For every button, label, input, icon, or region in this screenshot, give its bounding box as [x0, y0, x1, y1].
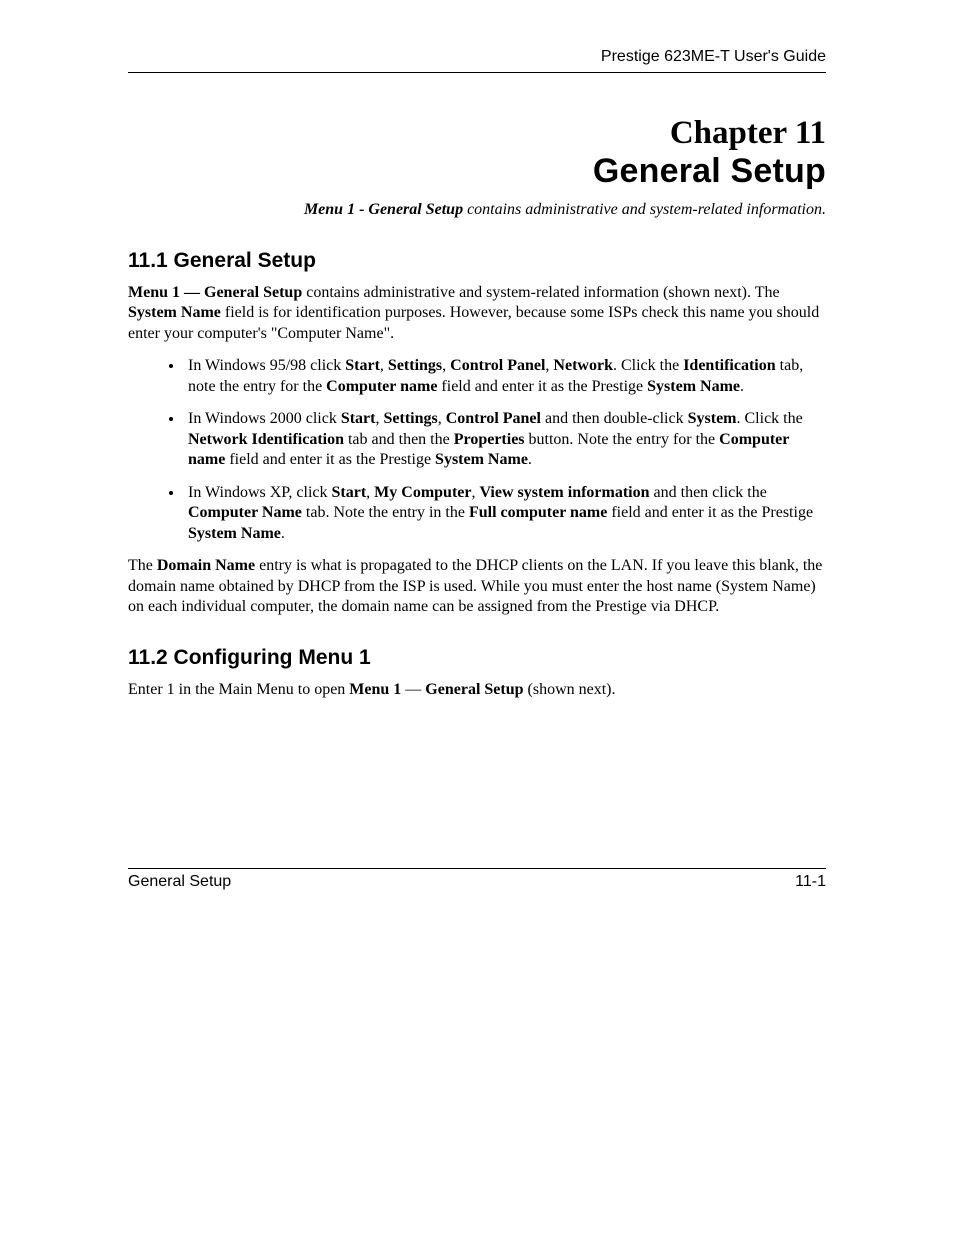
text-run: and then click the	[650, 484, 767, 501]
list-item: In Windows 95/98 click Start, Settings, …	[184, 356, 826, 397]
list-item: In Windows XP, click Start, My Computer,…	[184, 483, 826, 544]
text-run: ,	[438, 410, 446, 427]
chapter-title: Chapter 11 General Setup	[128, 115, 826, 191]
text-run: field and enter it as the Prestige	[225, 451, 435, 468]
text-run: System Name	[128, 304, 221, 321]
text-run: Start	[341, 410, 376, 427]
text-run: Domain Name	[157, 557, 255, 574]
text-run: Settings	[383, 410, 437, 427]
section-11-2-para: Enter 1 in the Main Menu to open Menu 1 …	[128, 680, 826, 700]
text-run: .	[281, 525, 285, 542]
text-run: My Computer	[374, 484, 471, 501]
text-run: Full computer name	[469, 504, 607, 521]
chapter-name: General Setup	[128, 152, 826, 191]
text-run: Enter 1 in the Main Menu to open	[128, 681, 349, 698]
text-run: System Name	[188, 525, 281, 542]
section-11-1-para-2: The Domain Name entry is what is propaga…	[128, 556, 826, 617]
text-run: (shown next).	[524, 681, 616, 698]
text-run: ,	[442, 357, 450, 374]
text-run: Computer name	[326, 378, 437, 395]
text-run: In Windows 2000 click	[188, 410, 341, 427]
text-run: Settings	[388, 357, 442, 374]
text-run: —	[401, 681, 425, 698]
text-run: . Click the	[613, 357, 683, 374]
text-run: button. Note the entry for the	[525, 431, 720, 448]
text-run: The	[128, 557, 157, 574]
subtitle-bold: Menu 1 - General Setup	[304, 201, 463, 218]
text-run: tab and then the	[344, 431, 454, 448]
footer-left: General Setup	[128, 873, 231, 891]
text-run: Control Panel	[446, 410, 541, 427]
text-run: Start	[332, 484, 367, 501]
section-11-1-heading: 11.1 General Setup	[128, 249, 826, 273]
running-head: Prestige 623ME-T User's Guide	[128, 48, 826, 73]
text-run: and then double-click	[541, 410, 688, 427]
text-run: .	[740, 378, 744, 395]
text-run: Properties	[454, 431, 525, 448]
section-11-1-para-1: Menu 1 — General Setup contains administ…	[128, 283, 826, 344]
text-run: In Windows XP, click	[188, 484, 332, 501]
text-run: Computer Name	[188, 504, 302, 521]
text-run: contains administrative and system-relat…	[302, 284, 779, 301]
text-run: field is for identification purposes. Ho…	[128, 304, 819, 341]
section-11-1-bullets: In Windows 95/98 click Start, Settings, …	[128, 356, 826, 544]
text-run: Network	[553, 357, 613, 374]
subtitle-rest: contains administrative and system-relat…	[463, 201, 826, 218]
chapter-subtitle: Menu 1 - General Setup contains administ…	[128, 201, 826, 219]
text-run: ,	[380, 357, 388, 374]
list-item: In Windows 2000 click Start, Settings, C…	[184, 409, 826, 470]
text-run: Start	[345, 357, 380, 374]
text-run: Identification	[683, 357, 775, 374]
text-run: .	[528, 451, 532, 468]
text-run: Menu 1	[349, 681, 401, 698]
text-run: . Click the	[737, 410, 803, 427]
text-run: System Name	[435, 451, 528, 468]
footer-right: 11-1	[795, 873, 826, 891]
text-run: Network Identification	[188, 431, 344, 448]
text-run: tab. Note the entry in the	[302, 504, 469, 521]
text-run: Control Panel	[450, 357, 545, 374]
text-run: System	[688, 410, 737, 427]
text-run: field and enter it as the Prestige	[607, 504, 813, 521]
text-run: View system information	[479, 484, 649, 501]
section-11-2-heading: 11.2 Configuring Menu 1	[128, 646, 826, 670]
page-footer: General Setup 11-1	[128, 868, 826, 891]
text-run: System Name	[647, 378, 740, 395]
page-content: Prestige 623ME-T User's Guide Chapter 11…	[128, 48, 826, 1235]
text-run: In Windows 95/98 click	[188, 357, 345, 374]
text-run: Menu 1 — General Setup	[128, 284, 302, 301]
chapter-number: Chapter 11	[128, 115, 826, 152]
text-run: field and enter it as the Prestige	[437, 378, 647, 395]
text-run: ,	[366, 484, 374, 501]
text-run: General Setup	[425, 681, 523, 698]
